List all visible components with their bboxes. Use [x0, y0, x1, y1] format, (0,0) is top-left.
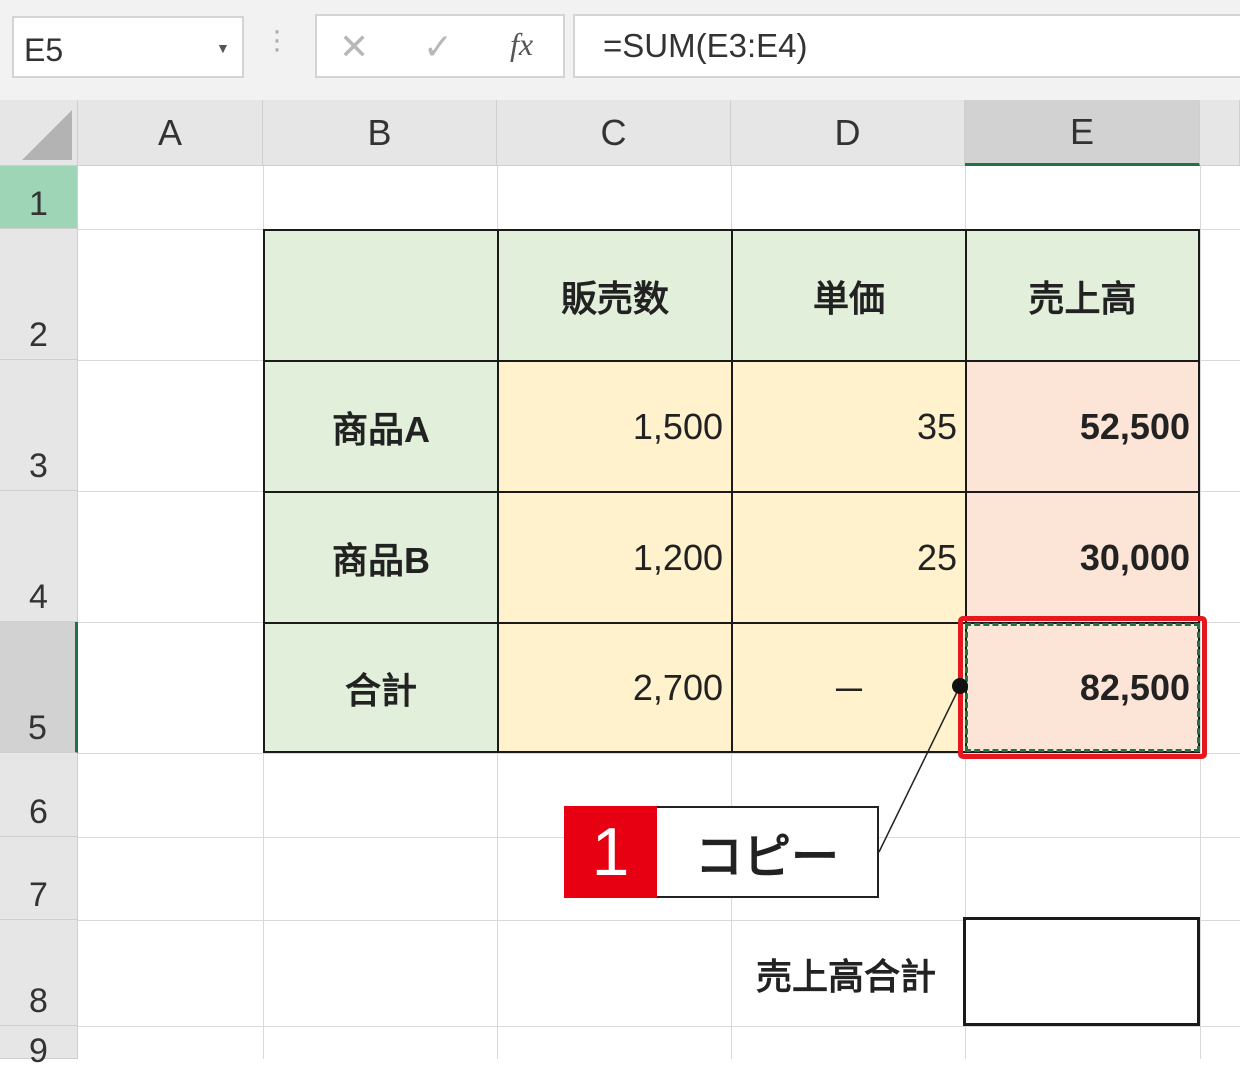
- callout-leader: [878, 678, 968, 853]
- step-label: コピー: [657, 806, 879, 898]
- leader-dot-icon: [952, 678, 968, 694]
- step-number-badge: 1: [564, 806, 657, 898]
- leader-line: [878, 685, 961, 853]
- cell-d8-total-label[interactable]: 売上高合計: [700, 942, 936, 1006]
- cell-e8-total-value[interactable]: [963, 917, 1200, 1026]
